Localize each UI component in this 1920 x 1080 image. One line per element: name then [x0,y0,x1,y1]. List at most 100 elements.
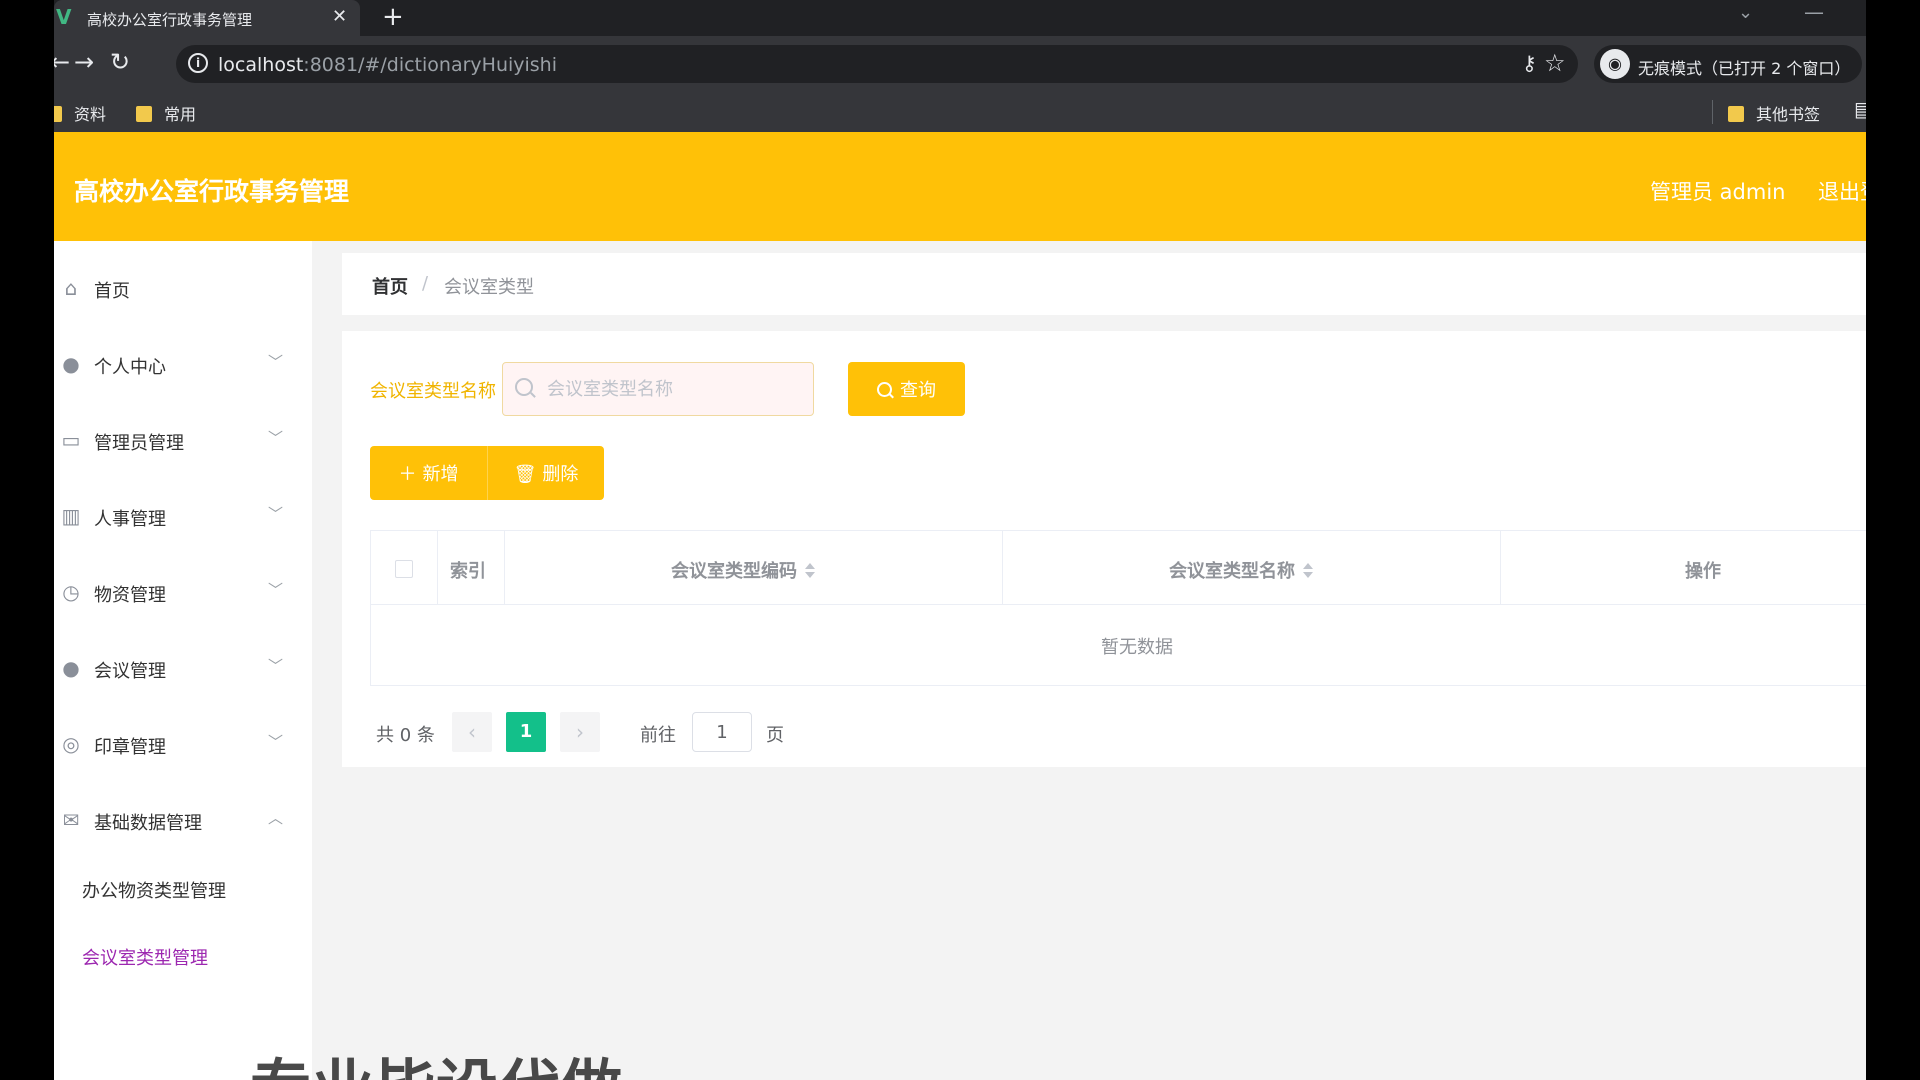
bookmark-folder-ziliao[interactable]: 资料 [54,101,106,125]
app-title: 高校办公室行政事务管理 [74,177,350,206]
minimize-window-icon[interactable]: — [1804,0,1824,24]
sidebar-item-hr-management[interactable]: ▥ 人事管理 ﹀ [54,489,312,545]
address-url[interactable]: localhost:8081/#/dictionaryHuiyishi [218,54,557,76]
table-empty-text: 暂无数据 [1101,637,1173,658]
sidebar-item-label: 首页 [94,281,130,302]
search-icon [877,382,892,397]
chevron-down-icon: ﹀ [268,581,284,599]
url-path: :8081/#/dictionaryHuiyishi [303,54,558,76]
sidebar-item-admin-management[interactable]: ▭ 管理员管理 ﹀ [54,413,312,469]
sidebar-item-label: 基础数据管理 [94,813,202,834]
browser-window: V 高校办公室行政事务管理 ✕ + ⌄ — ← → ↻ i localhost:… [54,0,1866,1080]
chevron-down-icon: ﹀ [268,353,284,371]
table-header-type-code[interactable]: 会议室类型编码 [505,531,1003,605]
other-bookmarks-label: 其他书签 [1756,105,1821,124]
sidebar-subitem-meeting-room-types[interactable]: 会议室类型管理 [54,930,312,980]
add-button[interactable]: ＋新增 [370,446,487,500]
prev-page-chevron-icon[interactable]: ‹ [452,712,492,752]
pagination: 共 0 条 ‹ 1 › 前往 页 [370,712,970,752]
incognito-icon: ◉ [1600,49,1630,79]
sidebar-item-label: 物资管理 [94,585,166,606]
map-pin-icon: ● [62,656,80,680]
other-bookmarks-folder[interactable]: 其他书签 [1728,101,1820,125]
mail-icon: ✉ [62,808,80,832]
url-host: localhost [218,54,304,76]
sidebar-subitem-office-supply-types[interactable]: 办公物资类型管理 [54,863,312,913]
query-button[interactable]: 查询 [848,362,965,416]
breadcrumb-separator: / [422,273,429,294]
browser-tab-bar: V 高校办公室行政事务管理 ✕ + ⌄ — [54,0,1866,36]
main-content: 首页 / 会议室类型 会议室类型名称 查询 ＋新增 🗑删除 索引 [312,241,1866,1080]
chevron-down-icon: ﹀ [268,657,284,675]
pagination-goto-input[interactable] [692,712,752,752]
sidebar-item-basic-data-management[interactable]: ✉ 基础数据管理 ︿ [54,793,312,849]
home-icon: ⌂ [64,276,78,300]
sidebar-item-personal-center[interactable]: ● 个人中心 ﹀ [54,337,312,393]
breadcrumb-home[interactable]: 首页 [372,273,408,299]
pagination-total: 共 0 条 [376,725,435,746]
sidebar-item-supplies-management[interactable]: ◷ 物资管理 ﹀ [54,565,312,621]
forward-arrow-icon[interactable]: → [74,48,94,76]
sidebar-item-label: 个人中心 [94,357,166,378]
data-table: 索引 会议室类型编码 会议室类型名称 操作 暂无数据 [370,530,1866,686]
tab-search-chevron-icon[interactable]: ⌄ [1738,2,1753,23]
list-panel: 会议室类型名称 查询 ＋新增 🗑删除 索引 会议室类型编码 [342,331,1866,767]
address-bar[interactable]: i localhost:8081/#/dictionaryHuiyishi ⚷ … [176,45,1578,83]
new-tab-button[interactable]: + [382,2,404,32]
user-icon: ● [62,352,80,376]
search-box[interactable] [502,362,814,416]
select-all-checkbox[interactable] [395,560,413,578]
column-header-label: 操作 [1685,561,1721,582]
browser-tab[interactable]: V 高校办公室行政事务管理 ✕ [54,0,360,36]
id-card-icon: ▭ [61,428,81,452]
reload-icon[interactable]: ↻ [110,48,130,76]
folder-icon [1728,106,1744,122]
incognito-indicator[interactable]: ◉ 无痕模式（已打开 2 个窗口） [1594,45,1862,83]
sidebar-item-meeting-management[interactable]: ● 会议管理 ﹀ [54,641,312,697]
column-header-text: 会议室类型名称 [1169,561,1295,582]
sidebar-item-label: 印章管理 [94,737,166,758]
admin-label: 管理员 admin [1650,180,1786,204]
logout-link[interactable]: 退出登录 [1818,176,1866,206]
sidebar-subitem-label: 会议室类型管理 [82,948,208,969]
bookmark-folder-changyong[interactable]: 常用 [136,101,196,125]
tab-close-icon[interactable]: ✕ [332,6,347,27]
folder-icon [136,106,152,122]
search-input[interactable] [547,375,797,403]
bookmarks-divider [1712,100,1713,124]
chevron-down-icon: ﹀ [268,733,284,751]
sort-icon[interactable] [805,563,815,579]
tab-title: 高校办公室行政事务管理 [87,11,253,29]
pagination-suffix: 页 [766,725,784,746]
table-header: 索引 会议室类型编码 会议室类型名称 操作 [371,531,1866,605]
bookmark-star-icon[interactable]: ☆ [1544,49,1566,77]
compass-icon: ◷ [62,580,80,604]
watermark-overlay: 专业毕设代做 [250,1038,622,1080]
pagination-page-button[interactable]: 1 [506,712,546,752]
vue-favicon-icon: V [56,5,72,29]
chevron-up-icon: ︿ [268,809,284,827]
column-header-label: 会议室类型名称 [1169,557,1313,583]
sidebar-item-home[interactable]: ⌂ 首页 [54,261,312,317]
column-header-text: 会议室类型编码 [671,561,797,582]
next-page-chevron-icon[interactable]: › [560,712,600,752]
breadcrumb: 首页 / 会议室类型 [342,253,1866,315]
sidebar-item-seal-management[interactable]: ◎ 印章管理 ﹀ [54,717,312,773]
search-label: 会议室类型名称 [370,381,496,402]
column-header-label: 索引 [450,561,486,582]
sidebar-subitem-label: 办公物资类型管理 [82,881,226,902]
trash-icon: 🗑 [513,464,537,484]
sort-icon[interactable] [1303,563,1313,579]
column-header-label: 会议室类型编码 [671,557,815,583]
breadcrumb-current: 会议室类型 [444,277,534,298]
bookmark-label: 资料 [74,105,107,124]
delete-button[interactable]: 🗑 删除 [487,446,604,500]
table-header-index: 索引 [438,531,505,605]
site-info-icon[interactable]: i [188,53,208,73]
back-arrow-icon[interactable]: ← [54,48,70,76]
reading-list-icon[interactable]: ▤ [1854,97,1866,121]
chevron-down-icon: ﹀ [268,429,284,447]
table-header-type-name[interactable]: 会议室类型名称 [1003,531,1501,605]
table-header-select [371,531,438,605]
password-key-icon[interactable]: ⚷ [1522,51,1537,75]
